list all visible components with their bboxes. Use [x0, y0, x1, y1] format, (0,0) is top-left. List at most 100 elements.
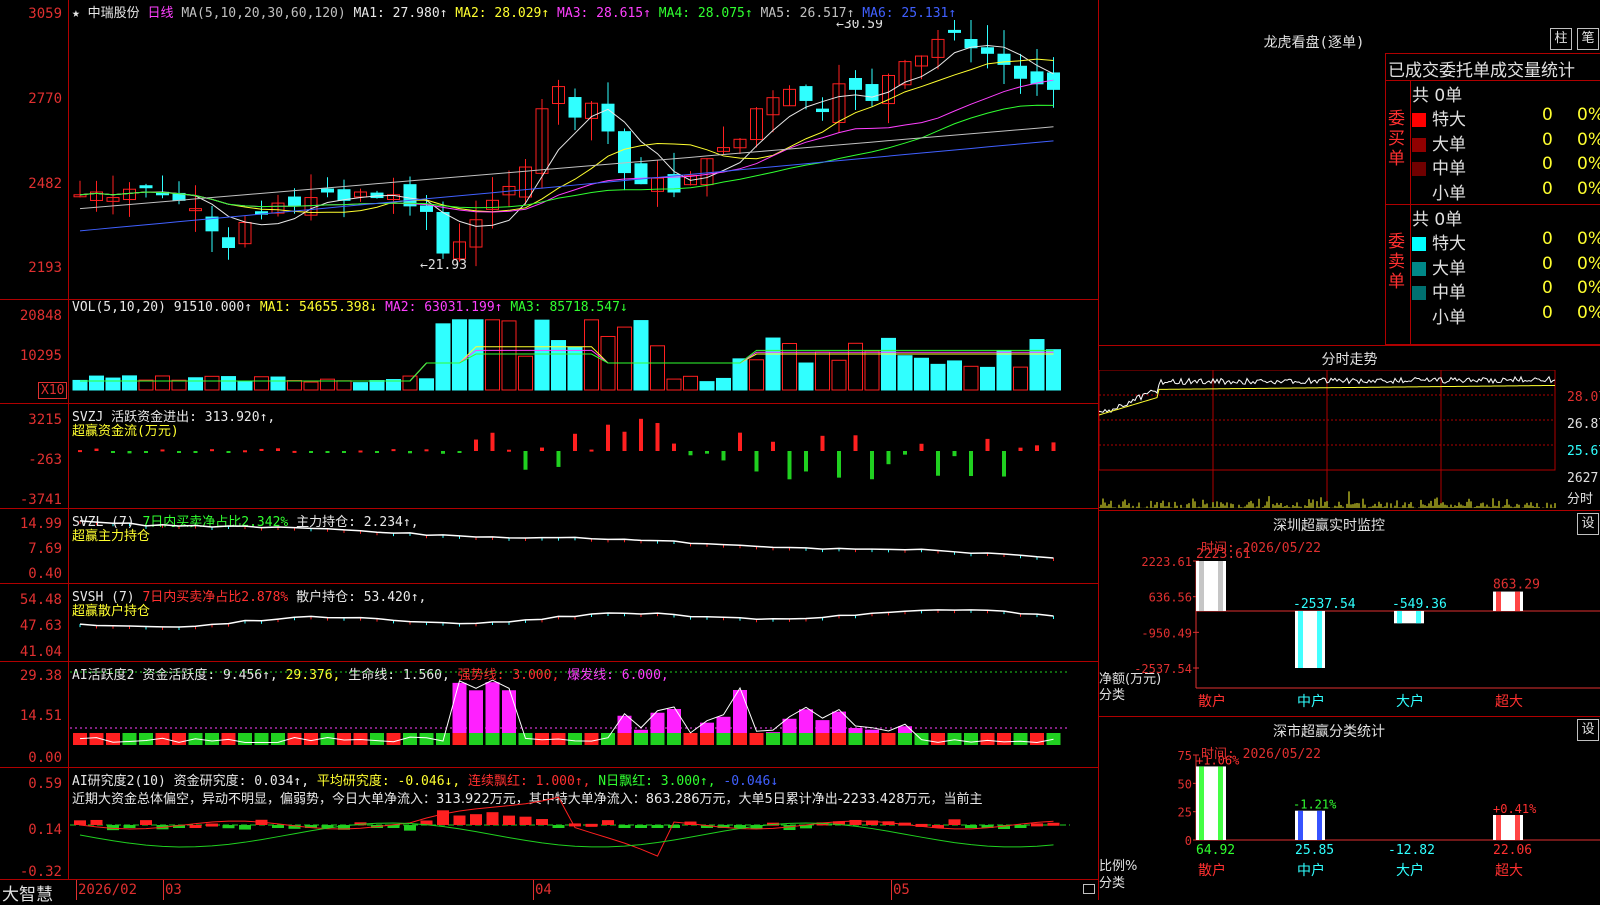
period-label[interactable]: 日线 — [148, 6, 174, 21]
monitor-category-label: 中户 — [1297, 693, 1325, 710]
candle-body — [865, 84, 879, 101]
buy-row-pct: 0% — [1577, 154, 1600, 174]
classify-value-label: -12.82 — [1388, 843, 1435, 858]
fund-flow-bar — [424, 449, 429, 452]
sell-row-count: 0 — [1542, 229, 1553, 249]
research-bar — [965, 825, 977, 828]
volume-bar — [419, 378, 434, 391]
intraday-panel[interactable]: 分时走势 28.07 26.87 25.67 2627 分时 — [1099, 345, 1600, 510]
fund-flow-bar — [177, 451, 181, 453]
activity-base-bar — [667, 733, 681, 745]
fund-flow-bar — [919, 443, 924, 451]
favorite-star-icon[interactable]: ★ — [72, 6, 80, 21]
kline-pane[interactable]: ★ 中瑞股份 日线 MA(5,10,20,30,60,120) MA1: 27.… — [0, 0, 1098, 300]
volume-bar — [914, 357, 929, 391]
research-bar — [470, 814, 482, 825]
ai-activity-pane[interactable]: AI活跃度2 资金活跃度: 9.456↑, 29.376, 生命线: 1.560… — [0, 662, 1098, 768]
fund-flow-bar — [1051, 442, 1056, 451]
volume-bar — [534, 319, 550, 391]
ma-params[interactable]: MA(5,10,20,30,60,120) — [181, 6, 345, 21]
ai-act-ytick: 0.00 — [28, 750, 62, 766]
activity-base-bar — [617, 733, 632, 745]
sell-row-pct: 0% — [1577, 302, 1600, 323]
ma-values: MA1: 27.980↑ MA2: 28.029↑ MA3: 28.615↑ M… — [354, 6, 957, 21]
stock-name[interactable]: 中瑞股份 — [88, 6, 140, 21]
classify-bar-stripe — [1298, 810, 1303, 840]
ai-res-ytick: -0.32 — [19, 864, 62, 880]
buy-row: 大单 0 0% — [1412, 129, 1600, 155]
activity-base-bar — [766, 733, 780, 745]
fund-flow-bar — [144, 451, 148, 453]
kline-chart[interactable]: ←30.59 ←21.93 — [70, 20, 1098, 298]
fund-flow-bar — [292, 450, 297, 453]
buy-row: 特大 0 0% — [1412, 105, 1600, 130]
activity-base-bar — [881, 733, 896, 745]
intraday-ytick: 26.87 — [1567, 417, 1600, 432]
buy-row-pct: 0% — [1577, 105, 1600, 125]
sell-row-pct: 0% — [1577, 278, 1600, 298]
classify-value-label: 64.92 — [1196, 843, 1235, 858]
ma-line-2 — [79, 58, 1054, 214]
monitor-ytick: -950.49 — [1141, 626, 1192, 640]
sell-row-pct: 0% — [1577, 253, 1600, 274]
research-bar — [140, 820, 152, 825]
fund-flow-bar — [523, 451, 528, 470]
ai-research-pane[interactable]: AI研究度2(10) 资金研究度: 0.034↑, 平均研究度: -0.046↓… — [0, 768, 1098, 880]
ma-label-4: MA4: 28.075↑ — [650, 6, 753, 21]
monitor-bar-stripe — [1397, 610, 1402, 624]
fund-flow-bar — [886, 451, 891, 465]
classify-bar-stripe — [1218, 766, 1223, 840]
intraday-title: 分时走势 — [1321, 352, 1378, 368]
activity-base-bar — [832, 733, 846, 745]
volume-bar — [732, 358, 748, 391]
ma-line-3 — [79, 79, 1054, 213]
research-bar — [668, 825, 680, 828]
fund-flow-bar — [160, 449, 165, 452]
candle-body — [618, 131, 631, 174]
fund-flow-bar — [391, 449, 396, 452]
intraday-chart — [1099, 370, 1556, 508]
volume-bar — [353, 382, 368, 391]
fund-flow-bar — [408, 451, 412, 454]
svzl-pane[interactable]: SVZL (7) 7日内买卖净占比2.342% 主力持仓: 2.234↑, 超赢… — [0, 509, 1098, 584]
x-tick — [163, 880, 164, 900]
volume-bar — [171, 379, 187, 391]
candle-body — [403, 184, 417, 207]
volume-bar — [947, 360, 962, 391]
sell-row-label: 小单 — [1432, 307, 1466, 328]
x-tick — [533, 880, 534, 900]
intraday-tab[interactable]: 分时 — [1567, 488, 1593, 507]
color-swatch — [1412, 286, 1426, 300]
sell-row: 小单 0 0% — [1412, 302, 1600, 328]
sell-row-label: 特大 — [1432, 234, 1466, 254]
color-swatch — [1412, 186, 1426, 201]
svsh-pane[interactable]: SVSH (7) 7日内买卖净占比2.878% 散户持仓: 53.420↑, 超… — [0, 584, 1098, 662]
candle-body — [816, 108, 829, 113]
bar-mode-button[interactable]: 柱 — [1550, 28, 1572, 50]
sell-row-count: 0 — [1542, 278, 1553, 298]
lhb-table: 已成交委托单成交量统计 委买单 委卖单 共 0单特大00%大单00%中单00%小… — [1385, 53, 1600, 346]
holding-line — [79, 520, 1054, 559]
svzj-pane[interactable]: SVZJ 活跃资金进出: 313.920↑, 超赢资金流(万元) 3215 -2… — [0, 404, 1098, 509]
fund-flow-bar — [226, 451, 231, 453]
tick-mode-button[interactable]: 笔 — [1577, 28, 1599, 50]
activity-base-bar — [683, 733, 698, 745]
research-bar — [222, 825, 235, 829]
intraday-ytick: 28.07 — [1567, 390, 1600, 405]
fund-flow-bar — [127, 451, 132, 454]
volume-pane[interactable]: VOL(5,10,20) 91510.000↑ MA1: 54655.398↓ … — [0, 300, 1098, 404]
volume-bar — [336, 380, 352, 391]
svsh-ytick: 54.48 — [19, 592, 62, 608]
ma-label-5: MA5: 26.517↑ — [752, 6, 855, 21]
activity-base-bar — [502, 733, 516, 745]
volume-bar — [270, 376, 286, 391]
activity-base-bar — [73, 733, 87, 745]
activity-base-bar — [106, 733, 120, 745]
lock-icon[interactable] — [1083, 884, 1095, 894]
brand-logo[interactable]: 大智慧 — [2, 880, 53, 905]
fund-flow-bar — [952, 451, 957, 457]
volume-bar — [485, 319, 500, 391]
activity-base-bar — [485, 733, 500, 745]
fund-flow-bar — [1018, 447, 1023, 451]
buy-row-count: 0 — [1542, 129, 1553, 150]
